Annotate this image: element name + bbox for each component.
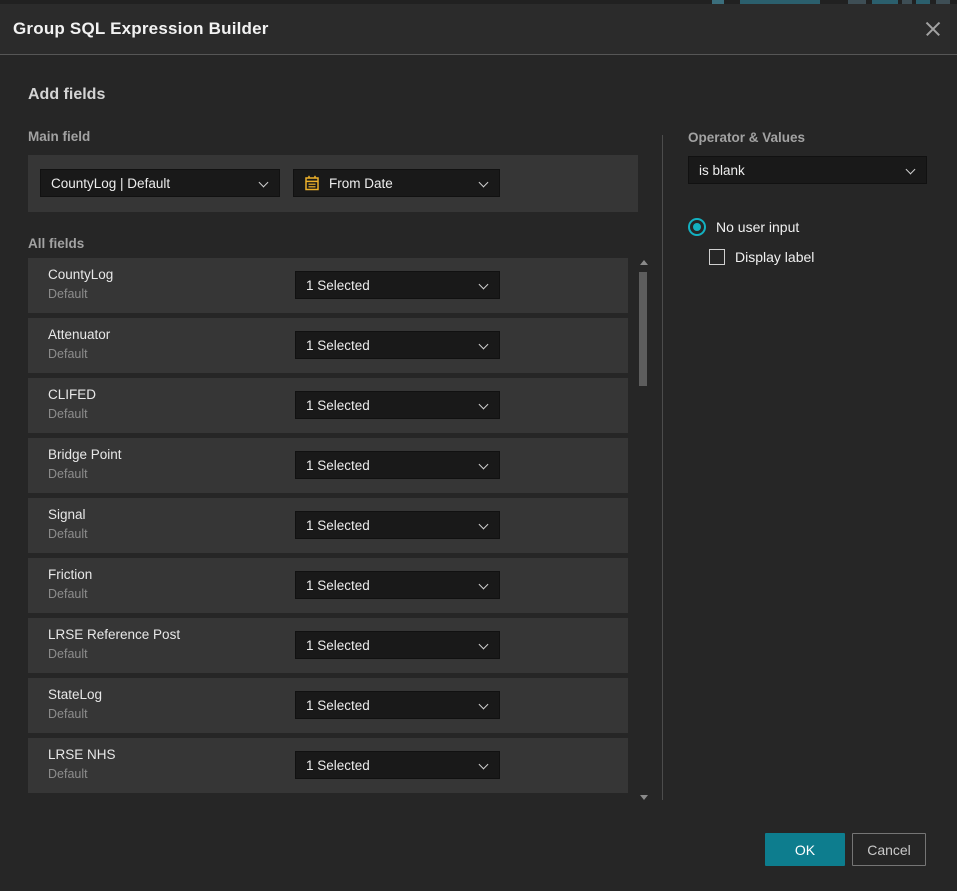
add-fields-heading: Add fields xyxy=(28,86,105,104)
field-row: CLIFED Default 1 Selected xyxy=(28,378,628,433)
display-label-option[interactable]: Display label xyxy=(709,249,814,265)
checkbox-unchecked-icon[interactable] xyxy=(709,249,725,265)
field-row: Bridge Point Default 1 Selected xyxy=(28,438,628,493)
radio-selected-icon[interactable] xyxy=(688,218,706,236)
field-name: StateLog xyxy=(48,687,102,702)
field-name: CountyLog xyxy=(48,267,113,282)
field-name: LRSE NHS xyxy=(48,747,116,762)
dialog-titlebar: Group SQL Expression Builder xyxy=(0,4,957,55)
field-selection-value: 1 Selected xyxy=(306,398,370,413)
field-selection-dropdown[interactable]: 1 Selected xyxy=(295,751,500,779)
field-selection-value: 1 Selected xyxy=(306,278,370,293)
field-subtitle: Default xyxy=(48,407,88,421)
field-row: Signal Default 1 Selected xyxy=(28,498,628,553)
group-sql-expression-builder-dialog: Group SQL Expression Builder Add fields … xyxy=(0,0,957,891)
ok-button[interactable]: OK xyxy=(765,833,845,866)
chevron-down-icon xyxy=(479,340,489,350)
no-user-input-label: No user input xyxy=(716,219,799,235)
field-selection-value: 1 Selected xyxy=(306,338,370,353)
all-fields-list: CountyLog Default 1 Selected Attenuator … xyxy=(28,258,628,798)
field-selection-value: 1 Selected xyxy=(306,578,370,593)
chevron-down-icon xyxy=(479,178,489,188)
field-row: StateLog Default 1 Selected xyxy=(28,678,628,733)
field-subtitle: Default xyxy=(48,587,88,601)
field-selection-dropdown[interactable]: 1 Selected xyxy=(295,331,500,359)
field-subtitle: Default xyxy=(48,287,88,301)
field-row: Attenuator Default 1 Selected xyxy=(28,318,628,373)
chevron-down-icon xyxy=(479,280,489,290)
field-selection-dropdown[interactable]: 1 Selected xyxy=(295,391,500,419)
chevron-down-icon xyxy=(479,700,489,710)
field-subtitle: Default xyxy=(48,347,88,361)
field-selection-value: 1 Selected xyxy=(306,458,370,473)
panel-divider xyxy=(662,135,663,800)
field-subtitle: Default xyxy=(48,707,88,721)
main-field-label: Main field xyxy=(28,129,90,144)
list-scrollbar[interactable] xyxy=(637,258,651,802)
main-field-layer-value: CountyLog | Default xyxy=(51,176,170,191)
field-subtitle: Default xyxy=(48,647,88,661)
field-selection-dropdown[interactable]: 1 Selected xyxy=(295,451,500,479)
operator-dropdown[interactable]: is blank xyxy=(688,156,927,184)
chevron-down-icon xyxy=(479,580,489,590)
field-selection-dropdown[interactable]: 1 Selected xyxy=(295,511,500,539)
display-label-label: Display label xyxy=(735,249,814,265)
calendar-icon xyxy=(304,175,320,191)
field-name: CLIFED xyxy=(48,387,96,402)
operator-values-label: Operator & Values xyxy=(688,130,805,145)
main-field-panel: CountyLog | Default From Date xyxy=(28,155,638,212)
close-icon[interactable] xyxy=(922,18,944,40)
scrollbar-thumb[interactable] xyxy=(639,272,647,386)
field-name: Friction xyxy=(48,567,92,582)
chevron-down-icon xyxy=(479,520,489,530)
field-selection-dropdown[interactable]: 1 Selected xyxy=(295,691,500,719)
main-field-field-dropdown[interactable]: From Date xyxy=(293,169,500,197)
cancel-button[interactable]: Cancel xyxy=(852,833,926,866)
field-row: CountyLog Default 1 Selected xyxy=(28,258,628,313)
scroll-down-icon[interactable] xyxy=(640,795,648,800)
field-name: LRSE Reference Post xyxy=(48,627,180,642)
field-selection-dropdown[interactable]: 1 Selected xyxy=(295,271,500,299)
field-selection-dropdown[interactable]: 1 Selected xyxy=(295,571,500,599)
field-subtitle: Default xyxy=(48,767,88,781)
field-row: LRSE Reference Post Default 1 Selected xyxy=(28,618,628,673)
field-name: Attenuator xyxy=(48,327,110,342)
field-name: Signal xyxy=(48,507,86,522)
field-subtitle: Default xyxy=(48,527,88,541)
field-selection-value: 1 Selected xyxy=(306,758,370,773)
operator-value: is blank xyxy=(699,163,745,178)
chevron-down-icon xyxy=(479,640,489,650)
main-field-field-value: From Date xyxy=(329,176,393,191)
main-field-layer-dropdown[interactable]: CountyLog | Default xyxy=(40,169,280,197)
field-row: Friction Default 1 Selected xyxy=(28,558,628,613)
field-subtitle: Default xyxy=(48,467,88,481)
all-fields-label: All fields xyxy=(28,236,84,251)
no-user-input-option[interactable]: No user input xyxy=(688,218,799,236)
field-row: LRSE NHS Default 1 Selected xyxy=(28,738,628,793)
chevron-down-icon xyxy=(259,178,269,188)
field-name: Bridge Point xyxy=(48,447,122,462)
scroll-up-icon[interactable] xyxy=(640,260,648,265)
field-selection-value: 1 Selected xyxy=(306,518,370,533)
chevron-down-icon xyxy=(479,760,489,770)
radio-dot xyxy=(693,223,701,231)
chevron-down-icon xyxy=(906,165,916,175)
chevron-down-icon xyxy=(479,460,489,470)
chevron-down-icon xyxy=(479,400,489,410)
field-selection-value: 1 Selected xyxy=(306,638,370,653)
field-selection-value: 1 Selected xyxy=(306,698,370,713)
dialog-title: Group SQL Expression Builder xyxy=(13,19,269,39)
field-selection-dropdown[interactable]: 1 Selected xyxy=(295,631,500,659)
